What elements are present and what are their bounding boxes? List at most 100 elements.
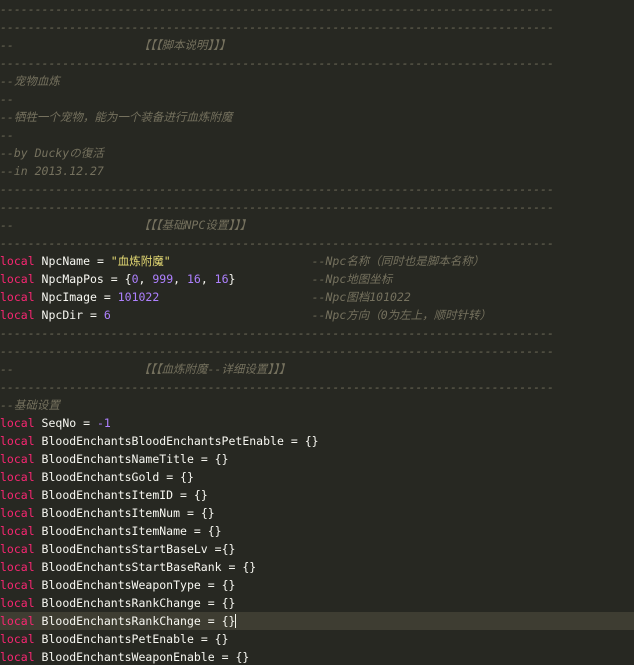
keyword-local: local — [0, 596, 35, 610]
code-line[interactable]: local BloodEnchantsItemName = {} — [0, 522, 634, 540]
punctuation: {} — [297, 434, 319, 448]
code-comment: 【【【血炼附魔--详细设置】】】 — [138, 362, 291, 376]
code-comment: --Npc方向（0为左上，顺时针转） — [311, 308, 492, 322]
code-comment: --基础设置 — [0, 398, 60, 412]
code-line[interactable]: ----------------------------------------… — [0, 324, 634, 342]
identifier — [111, 288, 118, 306]
code-line[interactable]: local BloodEnchantsPetEnable = {} — [0, 630, 634, 648]
identifier: NpcMapPos — [34, 272, 111, 286]
keyword-local: local — [0, 434, 35, 448]
code-line[interactable]: ----------------------------------------… — [0, 18, 634, 36]
identifier: NpcImage — [34, 290, 104, 304]
identifier: BloodEnchantsItemNum — [34, 506, 187, 520]
code-comment: -- — [0, 92, 14, 106]
code-line[interactable]: ----------------------------------------… — [0, 54, 634, 72]
identifier: BloodEnchantsWeaponType — [34, 578, 208, 592]
identifier — [104, 252, 111, 270]
code-line[interactable]: local NpcName = "血炼附魔" --Npc名称（同时也是脚本名称） — [0, 252, 634, 270]
operator: = — [193, 524, 201, 538]
punctuation: {} — [200, 524, 222, 538]
code-line[interactable]: local BloodEnchantsWeaponType = {} — [0, 576, 634, 594]
identifier: BloodEnchantsRankChange — [34, 614, 208, 628]
code-line[interactable]: ----------------------------------------… — [0, 0, 634, 18]
number-literal: -1 — [96, 416, 111, 430]
code-line[interactable]: ----------------------------------------… — [0, 378, 634, 396]
code-editor[interactable]: ----------------------------------------… — [0, 0, 634, 665]
code-comment: --Npc地图坐标 — [311, 272, 393, 286]
code-line[interactable]: local BloodEnchantsNameTitle = {} — [0, 450, 634, 468]
code-line[interactable]: local BloodEnchantsStartBaseLv ={} — [0, 540, 634, 558]
code-line[interactable]: --基础设置 — [0, 396, 634, 414]
keyword-local: local — [0, 524, 35, 538]
code-line[interactable]: --牺牲一个宠物，能为一个装备进行血炼附魔 — [0, 108, 634, 126]
punctuation: {} — [214, 578, 236, 592]
identifier: BloodEnchantsItemID — [34, 488, 181, 502]
code-line[interactable]: --宠物血炼 — [0, 72, 634, 90]
code-comment: ----------------------------------------… — [0, 236, 554, 250]
code-comment: -- — [0, 128, 14, 142]
keyword-local: local — [0, 632, 35, 646]
identifier: BloodEnchantsStartBaseLv — [34, 542, 215, 556]
code-line[interactable]: local NpcMapPos = {0, 999, 16, 16} --Npc地… — [0, 270, 634, 288]
code-line[interactable]: ----------------------------------------… — [0, 342, 634, 360]
code-line[interactable]: ----------------------------------------… — [0, 180, 634, 198]
code-line[interactable]: -- — [0, 90, 634, 108]
code-comment: 【【【基础NPC设置】】】 — [138, 218, 252, 232]
operator: = — [186, 506, 194, 520]
punctuation: , — [173, 272, 187, 286]
operator: = — [207, 596, 215, 610]
code-comment: ----------------------------------------… — [0, 200, 554, 214]
current-code-line[interactable]: local BloodEnchantsRankChange = {} — [0, 612, 634, 630]
code-comment: ----------------------------------------… — [0, 326, 554, 340]
code-line[interactable]: --in 2013.12.27 — [0, 162, 634, 180]
code-comment: --Npc名称（同时也是脚本名称） — [311, 254, 485, 268]
code-comment: --by Duckyの復活 — [0, 146, 104, 160]
code-line[interactable]: ----------------------------------------… — [0, 198, 634, 216]
identifier: SeqNo — [34, 416, 84, 430]
text-caret — [235, 614, 237, 628]
code-line[interactable]: ----------------------------------------… — [0, 234, 634, 252]
operator: = — [200, 632, 208, 646]
identifier: BloodEnchantsRankChange — [34, 596, 208, 610]
code-line[interactable]: -- 【【【血炼附魔--详细设置】】】 — [0, 360, 634, 378]
punctuation: {} — [235, 560, 257, 574]
number-literal: 16 — [186, 272, 201, 286]
operator: = — [200, 452, 208, 466]
identifier: BloodEnchantsGold — [34, 470, 167, 484]
code-comment: -- — [0, 362, 14, 376]
code-comment: --宠物血炼 — [0, 74, 60, 88]
identifier: NpcDir — [34, 308, 91, 322]
code-line[interactable]: local NpcImage = 101022 --Npc图档101022 — [0, 288, 634, 306]
keyword-local: local — [0, 416, 35, 430]
code-line[interactable]: local BloodEnchantsRankChange = {} — [0, 594, 634, 612]
keyword-local: local — [0, 506, 35, 520]
keyword-local: local — [0, 452, 35, 466]
code-line[interactable]: local BloodEnchantsItemID = {} — [0, 486, 634, 504]
keyword-local: local — [0, 542, 35, 556]
code-line[interactable]: local BloodEnchantsGold = {} — [0, 468, 634, 486]
code-line[interactable]: local BloodEnchantsWeaponEnable = {} — [0, 648, 634, 665]
code-comment: ----------------------------------------… — [0, 2, 554, 16]
identifier: BloodEnchantsStartBaseRank — [34, 560, 229, 574]
punctuation: {} — [173, 470, 194, 484]
code-line[interactable]: local NpcDir = 6 --Npc方向（0为左上，顺时针转） — [0, 306, 634, 324]
code-line[interactable]: local BloodEnchantsBloodEnchantsPetEnabl… — [0, 432, 634, 450]
operator: = — [90, 308, 97, 322]
punctuation: {} — [207, 452, 229, 466]
identifier — [90, 414, 97, 432]
code-comment: -- — [0, 218, 14, 232]
code-line[interactable]: local BloodEnchantsStartBaseRank = {} — [0, 558, 634, 576]
keyword-local: local — [0, 308, 35, 322]
code-line[interactable]: -- 【【【脚本说明】】】 — [0, 36, 634, 54]
code-line[interactable]: --by Duckyの復活 — [0, 144, 634, 162]
punctuation: { — [117, 272, 132, 286]
code-line[interactable]: -- — [0, 126, 634, 144]
punctuation: {} — [221, 542, 236, 556]
keyword-local: local — [0, 578, 35, 592]
code-line[interactable]: local BloodEnchantsItemNum = {} — [0, 504, 634, 522]
code-line[interactable]: -- 【【【基础NPC设置】】】 — [0, 216, 634, 234]
keyword-local: local — [0, 254, 35, 268]
operator: = — [207, 614, 215, 628]
keyword-local: local — [0, 488, 35, 502]
code-line[interactable]: local SeqNo = -1 — [0, 414, 634, 432]
